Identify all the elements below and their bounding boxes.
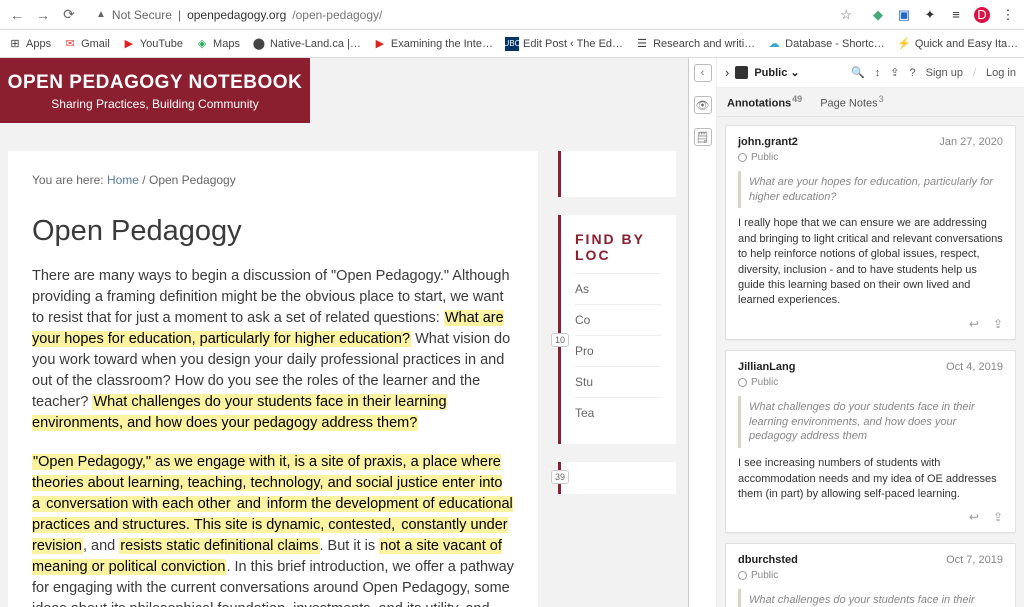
chevron-down-icon: ⌄ bbox=[790, 67, 799, 79]
breadcrumb: You are here: Home / Open Pedagogy bbox=[32, 173, 514, 187]
sort-icon[interactable]: ↕ bbox=[875, 67, 881, 79]
tab-page-notes[interactable]: Page Notes3 bbox=[820, 94, 884, 110]
bookmark-star-icon[interactable]: ☆ bbox=[840, 7, 852, 23]
url-path: /open-pedagogy/ bbox=[292, 8, 382, 22]
site-title: OPEN PEDAGOGY NOTEBOOK bbox=[0, 72, 310, 94]
profile-avatar[interactable]: D bbox=[974, 7, 990, 23]
toggle-sidebar-icon[interactable]: ‹ bbox=[694, 64, 712, 82]
bookmark-nativeland[interactable]: ⬤Native-Land.ca |… bbox=[252, 37, 361, 51]
list-item[interactable]: Stu bbox=[575, 366, 662, 397]
anno-scope: Public bbox=[738, 377, 1003, 388]
page-content: OPEN PEDAGOGY NOTEBOOK Sharing Practices… bbox=[0, 58, 688, 607]
help-icon[interactable]: ? bbox=[910, 67, 916, 79]
anno-date: Jan 27, 2020 bbox=[939, 136, 1003, 148]
reply-icon[interactable]: ↩ bbox=[969, 510, 979, 524]
anno-quote: What challenges do your students face in… bbox=[738, 589, 1003, 607]
annotation-count-badge: 10 bbox=[551, 333, 569, 347]
bookmark-youtube[interactable]: ▶YouTube bbox=[122, 37, 183, 51]
share-icon[interactable]: ⇪ bbox=[890, 66, 899, 79]
warning-icon: ▲ bbox=[96, 9, 106, 20]
anno-body: I really hope that we can ensure we are … bbox=[738, 216, 1003, 308]
signup-link[interactable]: Sign up bbox=[926, 67, 963, 79]
bookmark-database[interactable]: ☁Database - Shortc… bbox=[767, 37, 885, 51]
highlight[interactable]: What challenges do your students face in… bbox=[32, 394, 447, 431]
bookmark-quickeasy[interactable]: ⚡Quick and Easy Ita… bbox=[897, 37, 1018, 51]
anno-scope: Public bbox=[738, 570, 1003, 581]
find-title: FIND BY LOC bbox=[575, 231, 662, 263]
reload-button[interactable]: ⟳ bbox=[60, 6, 78, 24]
list-item[interactable]: As bbox=[575, 273, 662, 304]
annotation-card[interactable]: john.grant2 Jan 27, 2020 Public What are … bbox=[725, 125, 1016, 340]
reply-icon[interactable]: ↩ bbox=[969, 317, 979, 331]
anno-quote: What challenges do your students face in… bbox=[738, 396, 1003, 449]
tab-annotations[interactable]: Annotations49 bbox=[727, 94, 802, 110]
hypo-topbar: › Public ⌄ 🔍 ↕ ⇪ ? Sign up / Log in bbox=[717, 58, 1024, 88]
globe-icon bbox=[738, 153, 747, 162]
breadcrumb-home[interactable]: Home bbox=[107, 173, 139, 187]
note-icon[interactable]: 🗒 bbox=[694, 128, 712, 146]
breadcrumb-current: Open Pedagogy bbox=[149, 173, 236, 187]
list-item[interactable]: Tea bbox=[575, 397, 662, 428]
anno-user[interactable]: JillianLang bbox=[738, 361, 795, 373]
sidebar-cards: 10 FIND BY LOC As Co Pro Stu Tea 39 bbox=[558, 151, 676, 607]
url-host: openpedagogy.org bbox=[187, 8, 286, 22]
globe-icon bbox=[738, 571, 747, 580]
hypothesis-tools: ‹ 👁 🗒 bbox=[689, 58, 717, 607]
bookmark-gmail[interactable]: ✉Gmail bbox=[63, 37, 110, 51]
forward-button[interactable]: → bbox=[34, 6, 52, 24]
globe-icon bbox=[738, 378, 747, 387]
extension-icon[interactable]: ≡ bbox=[948, 7, 964, 23]
annotation-card[interactable]: dburchsted Oct 7, 2019 Public What challe… bbox=[725, 543, 1016, 607]
bookmark-maps[interactable]: ◈Maps bbox=[195, 37, 240, 51]
article-heading: Open Pedagogy bbox=[32, 215, 514, 248]
site-banner[interactable]: OPEN PEDAGOGY NOTEBOOK Sharing Practices… bbox=[0, 58, 310, 123]
globe-icon bbox=[735, 66, 748, 79]
annotations-list[interactable]: john.grant2 Jan 27, 2020 Public What are … bbox=[717, 117, 1024, 607]
list-item[interactable]: Co bbox=[575, 304, 662, 335]
anno-body: I see increasing numbers of students wit… bbox=[738, 456, 1003, 502]
search-card[interactable] bbox=[558, 151, 676, 197]
bookmark-editpost[interactable]: UBCEdit Post ‹ The Ed… bbox=[505, 37, 623, 51]
back-button[interactable]: ← bbox=[8, 6, 26, 24]
list-item[interactable]: Pro bbox=[575, 335, 662, 366]
extension-icon[interactable]: ◆ bbox=[870, 7, 886, 23]
anno-date: Oct 7, 2019 bbox=[946, 554, 1003, 566]
bookmark-research[interactable]: ☰Research and writi… bbox=[635, 37, 755, 51]
find-card: 10 FIND BY LOC As Co Pro Stu Tea bbox=[558, 215, 676, 444]
extensions-menu-icon[interactable]: ✦ bbox=[922, 7, 938, 23]
scope-selector[interactable]: Public ⌄ bbox=[754, 66, 799, 79]
share-icon[interactable]: ⇪ bbox=[993, 510, 1003, 524]
bookmarks-bar: ⊞Apps ✉Gmail ▶YouTube ◈Maps ⬤Native-Land… bbox=[0, 30, 1024, 58]
anno-quote: What are your hopes for education, parti… bbox=[738, 171, 1003, 209]
anno-scope: Public bbox=[738, 152, 1003, 163]
highlight[interactable]: conversation with each other bbox=[45, 496, 232, 512]
extension-icon[interactable]: ▣ bbox=[896, 7, 912, 23]
address-bar[interactable]: ▲ Not Secure | openpedagogy.org/open-ped… bbox=[86, 4, 862, 26]
collapse-arrow-icon[interactable]: › bbox=[725, 65, 729, 80]
eye-icon[interactable]: 👁 bbox=[694, 96, 712, 114]
sidebar-card: 39 bbox=[558, 462, 676, 494]
annotation-count-badge: 39 bbox=[551, 470, 569, 484]
annotation-card[interactable]: JillianLang Oct 4, 2019 Public What chall… bbox=[725, 350, 1016, 534]
highlight[interactable]: resists static definitional claims bbox=[119, 538, 319, 554]
hypo-tabs: Annotations49 Page Notes3 bbox=[717, 88, 1024, 117]
extension-icons: ◆ ▣ ✦ ≡ D ⋮ bbox=[870, 7, 1016, 23]
article-para-2: "Open Pedagogy," as we engage with it, i… bbox=[32, 452, 514, 607]
article-para-1: There are many ways to begin a discussio… bbox=[32, 266, 514, 434]
share-icon[interactable]: ⇪ bbox=[993, 317, 1003, 331]
login-link[interactable]: Log in bbox=[986, 67, 1016, 79]
anno-date: Oct 4, 2019 bbox=[946, 361, 1003, 373]
hypothesis-sidebar: ‹ 👁 🗒 › Public ⌄ 🔍 ↕ ⇪ ? Sign up / Log i… bbox=[688, 58, 1024, 607]
anno-user[interactable]: john.grant2 bbox=[738, 136, 798, 148]
bookmark-examining[interactable]: ▶Examining the Inte… bbox=[373, 37, 493, 51]
menu-icon[interactable]: ⋮ bbox=[1000, 7, 1016, 23]
browser-toolbar: ← → ⟳ ▲ Not Secure | openpedagogy.org/op… bbox=[0, 0, 1024, 30]
apps-button[interactable]: ⊞Apps bbox=[8, 37, 51, 51]
search-icon[interactable]: 🔍 bbox=[851, 66, 865, 79]
site-subtitle: Sharing Practices, Building Community bbox=[0, 97, 310, 111]
anno-user[interactable]: dburchsted bbox=[738, 554, 798, 566]
not-secure-label: Not Secure bbox=[112, 8, 172, 22]
article: You are here: Home / Open Pedagogy Open … bbox=[8, 151, 538, 607]
